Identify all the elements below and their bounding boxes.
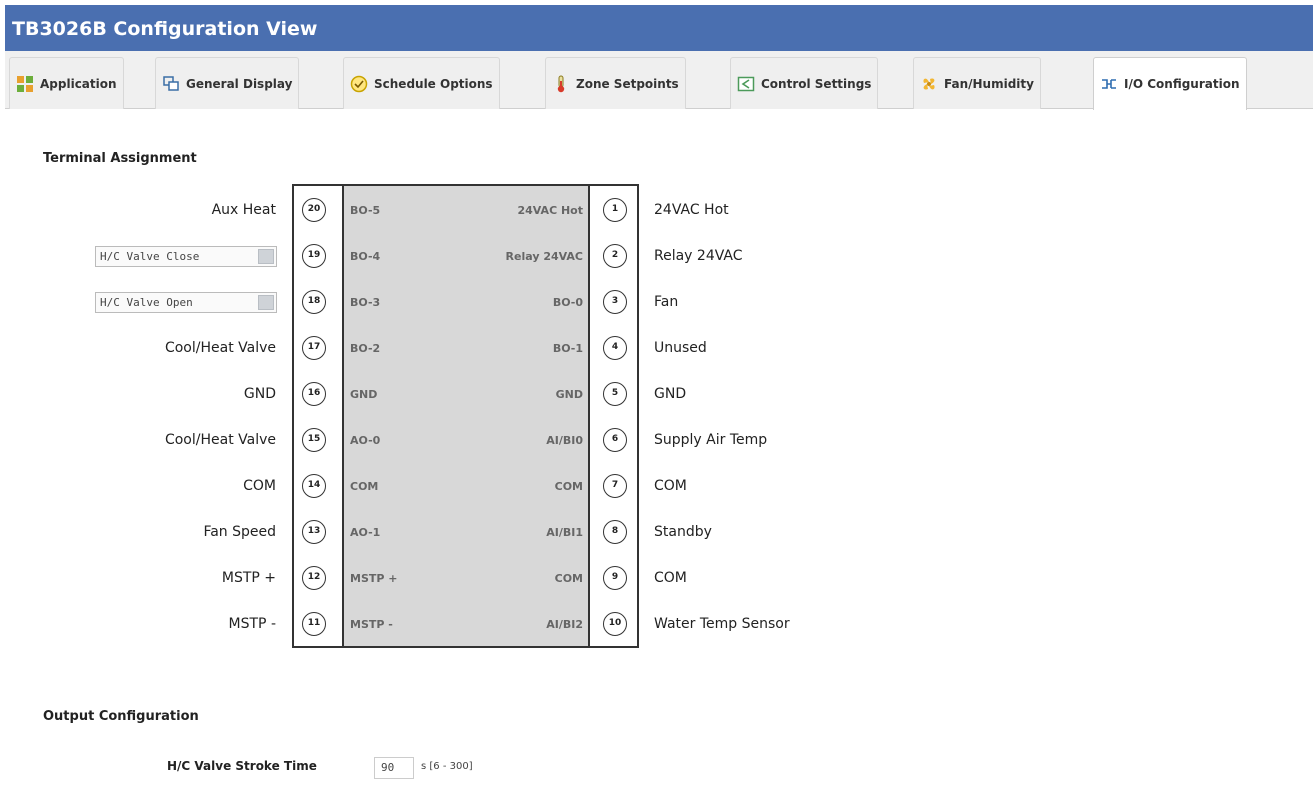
stroke-time-input[interactable]: 90 (374, 757, 414, 779)
terminal-name-right: GND (555, 388, 583, 401)
tab-zone-setpoints[interactable]: Zone Setpoints (545, 57, 686, 109)
terminal-name-right: AI/BI1 (546, 526, 583, 539)
tab-label: Zone Setpoints (576, 76, 679, 91)
tab-schedule-options[interactable]: Schedule Options (343, 57, 500, 109)
tab-label: Application (40, 76, 117, 91)
left-label: Cool/Heat Valve (164, 432, 276, 448)
thermometer-icon (552, 75, 570, 93)
window-title: TB3026B Configuration View (5, 5, 1313, 51)
terminal-name-left: COM (350, 480, 379, 493)
right-label: Supply Air Temp (654, 432, 768, 448)
terminal-name-left: BO-4 (350, 250, 381, 263)
left-assignment-select[interactable]: H/C Valve Open (95, 292, 277, 313)
left-label: GND (243, 386, 276, 402)
terminal-name-left: BO-3 (350, 296, 381, 309)
stroke-time-label: H/C Valve Stroke Time (167, 759, 317, 773)
tab-io-configuration[interactable]: I/O Configuration (1093, 57, 1247, 110)
terminal-number: 3 (603, 290, 627, 314)
terminal-name-right: 24VAC Hot (517, 204, 583, 217)
display-icon (162, 75, 180, 93)
left-assignment-select[interactable]: H/C Valve Close (95, 246, 277, 267)
terminal-number: 6 (603, 428, 627, 452)
stroke-time-range: s [6 - 300] (421, 761, 473, 772)
right-label: Relay 24VAC (654, 248, 743, 264)
right-label: COM (654, 478, 687, 494)
right-label: Unused (654, 340, 707, 356)
select-value: H/C Valve Open (100, 296, 193, 309)
right-label: Standby (654, 524, 712, 540)
terminal-number: 11 (302, 612, 326, 636)
fan-icon (920, 75, 938, 93)
right-label: COM (654, 570, 687, 586)
terminal-number: 14 (302, 474, 326, 498)
terminal-name-right: BO-1 (552, 342, 583, 355)
left-label: Cool/Heat Valve (164, 340, 276, 356)
right-label: GND (654, 386, 687, 402)
terminal-number: 19 (302, 244, 326, 268)
terminal-number: 7 (603, 474, 627, 498)
terminal-number: 8 (603, 520, 627, 544)
terminal-number: 20 (302, 198, 326, 222)
terminal-number: 17 (302, 336, 326, 360)
tab-control-settings[interactable]: Control Settings (730, 57, 879, 109)
tab-application[interactable]: Application (9, 57, 124, 109)
terminal-number: 18 (302, 290, 326, 314)
terminal-name-left: BO-2 (350, 342, 381, 355)
tab-label: General Display (186, 76, 293, 91)
terminal-number: 4 (603, 336, 627, 360)
terminal-name-left: AO-0 (350, 434, 381, 447)
left-label: Fan Speed (203, 524, 276, 540)
dropdown-arrow-icon[interactable] (258, 249, 274, 264)
terminal-number: 10 (603, 612, 627, 636)
right-label: 24VAC Hot (654, 202, 729, 218)
terminal-name-left: MSTP - (350, 618, 393, 631)
terminal-name-right: Relay 24VAC (505, 250, 583, 263)
terminal-name-left: AO-1 (350, 526, 381, 539)
terminal-name-right: AI/BI0 (546, 434, 583, 447)
left-label: Aux Heat (211, 202, 276, 218)
tab-general-display[interactable]: General Display (155, 57, 300, 109)
schedule-icon (350, 75, 368, 93)
tab-label: Schedule Options (374, 76, 493, 91)
control-icon (737, 75, 755, 93)
left-label: MSTP + (221, 570, 276, 586)
terminal-number: 13 (302, 520, 326, 544)
terminal-name-left: MSTP + (350, 572, 398, 585)
left-label: MSTP - (228, 616, 276, 632)
terminal-name-right: BO-0 (552, 296, 583, 309)
tab-label: I/O Configuration (1124, 77, 1240, 91)
select-value: H/C Valve Close (100, 250, 200, 263)
terminal-number: 5 (603, 382, 627, 406)
terminal-name-right: AI/BI2 (546, 618, 583, 631)
terminal-number: 15 (302, 428, 326, 452)
terminal-block (292, 184, 639, 648)
terminal-name-left: BO-5 (350, 204, 381, 217)
tab-fan-humidity[interactable]: Fan/Humidity (913, 57, 1041, 109)
terminal-number: 9 (603, 566, 627, 590)
terminal-assignment-title: Terminal Assignment (43, 151, 197, 166)
terminal-number: 2 (603, 244, 627, 268)
terminal-name-right: COM (554, 572, 583, 585)
tab-label: Control Settings (761, 76, 872, 91)
dropdown-arrow-icon[interactable] (258, 295, 274, 310)
tab-label: Fan/Humidity (944, 76, 1034, 91)
terminal-name-left: GND (350, 388, 378, 401)
application-icon (16, 75, 34, 93)
right-label: Fan (654, 294, 679, 310)
left-label: COM (243, 478, 276, 494)
io-icon (1100, 75, 1118, 93)
right-label: Water Temp Sensor (654, 616, 790, 632)
tab-bar: Application General Display Schedule Opt… (5, 51, 1313, 110)
terminal-number: 1 (603, 198, 627, 222)
output-configuration-title: Output Configuration (43, 709, 199, 724)
terminal-number: 12 (302, 566, 326, 590)
terminal-name-right: COM (554, 480, 583, 493)
terminal-number: 16 (302, 382, 326, 406)
